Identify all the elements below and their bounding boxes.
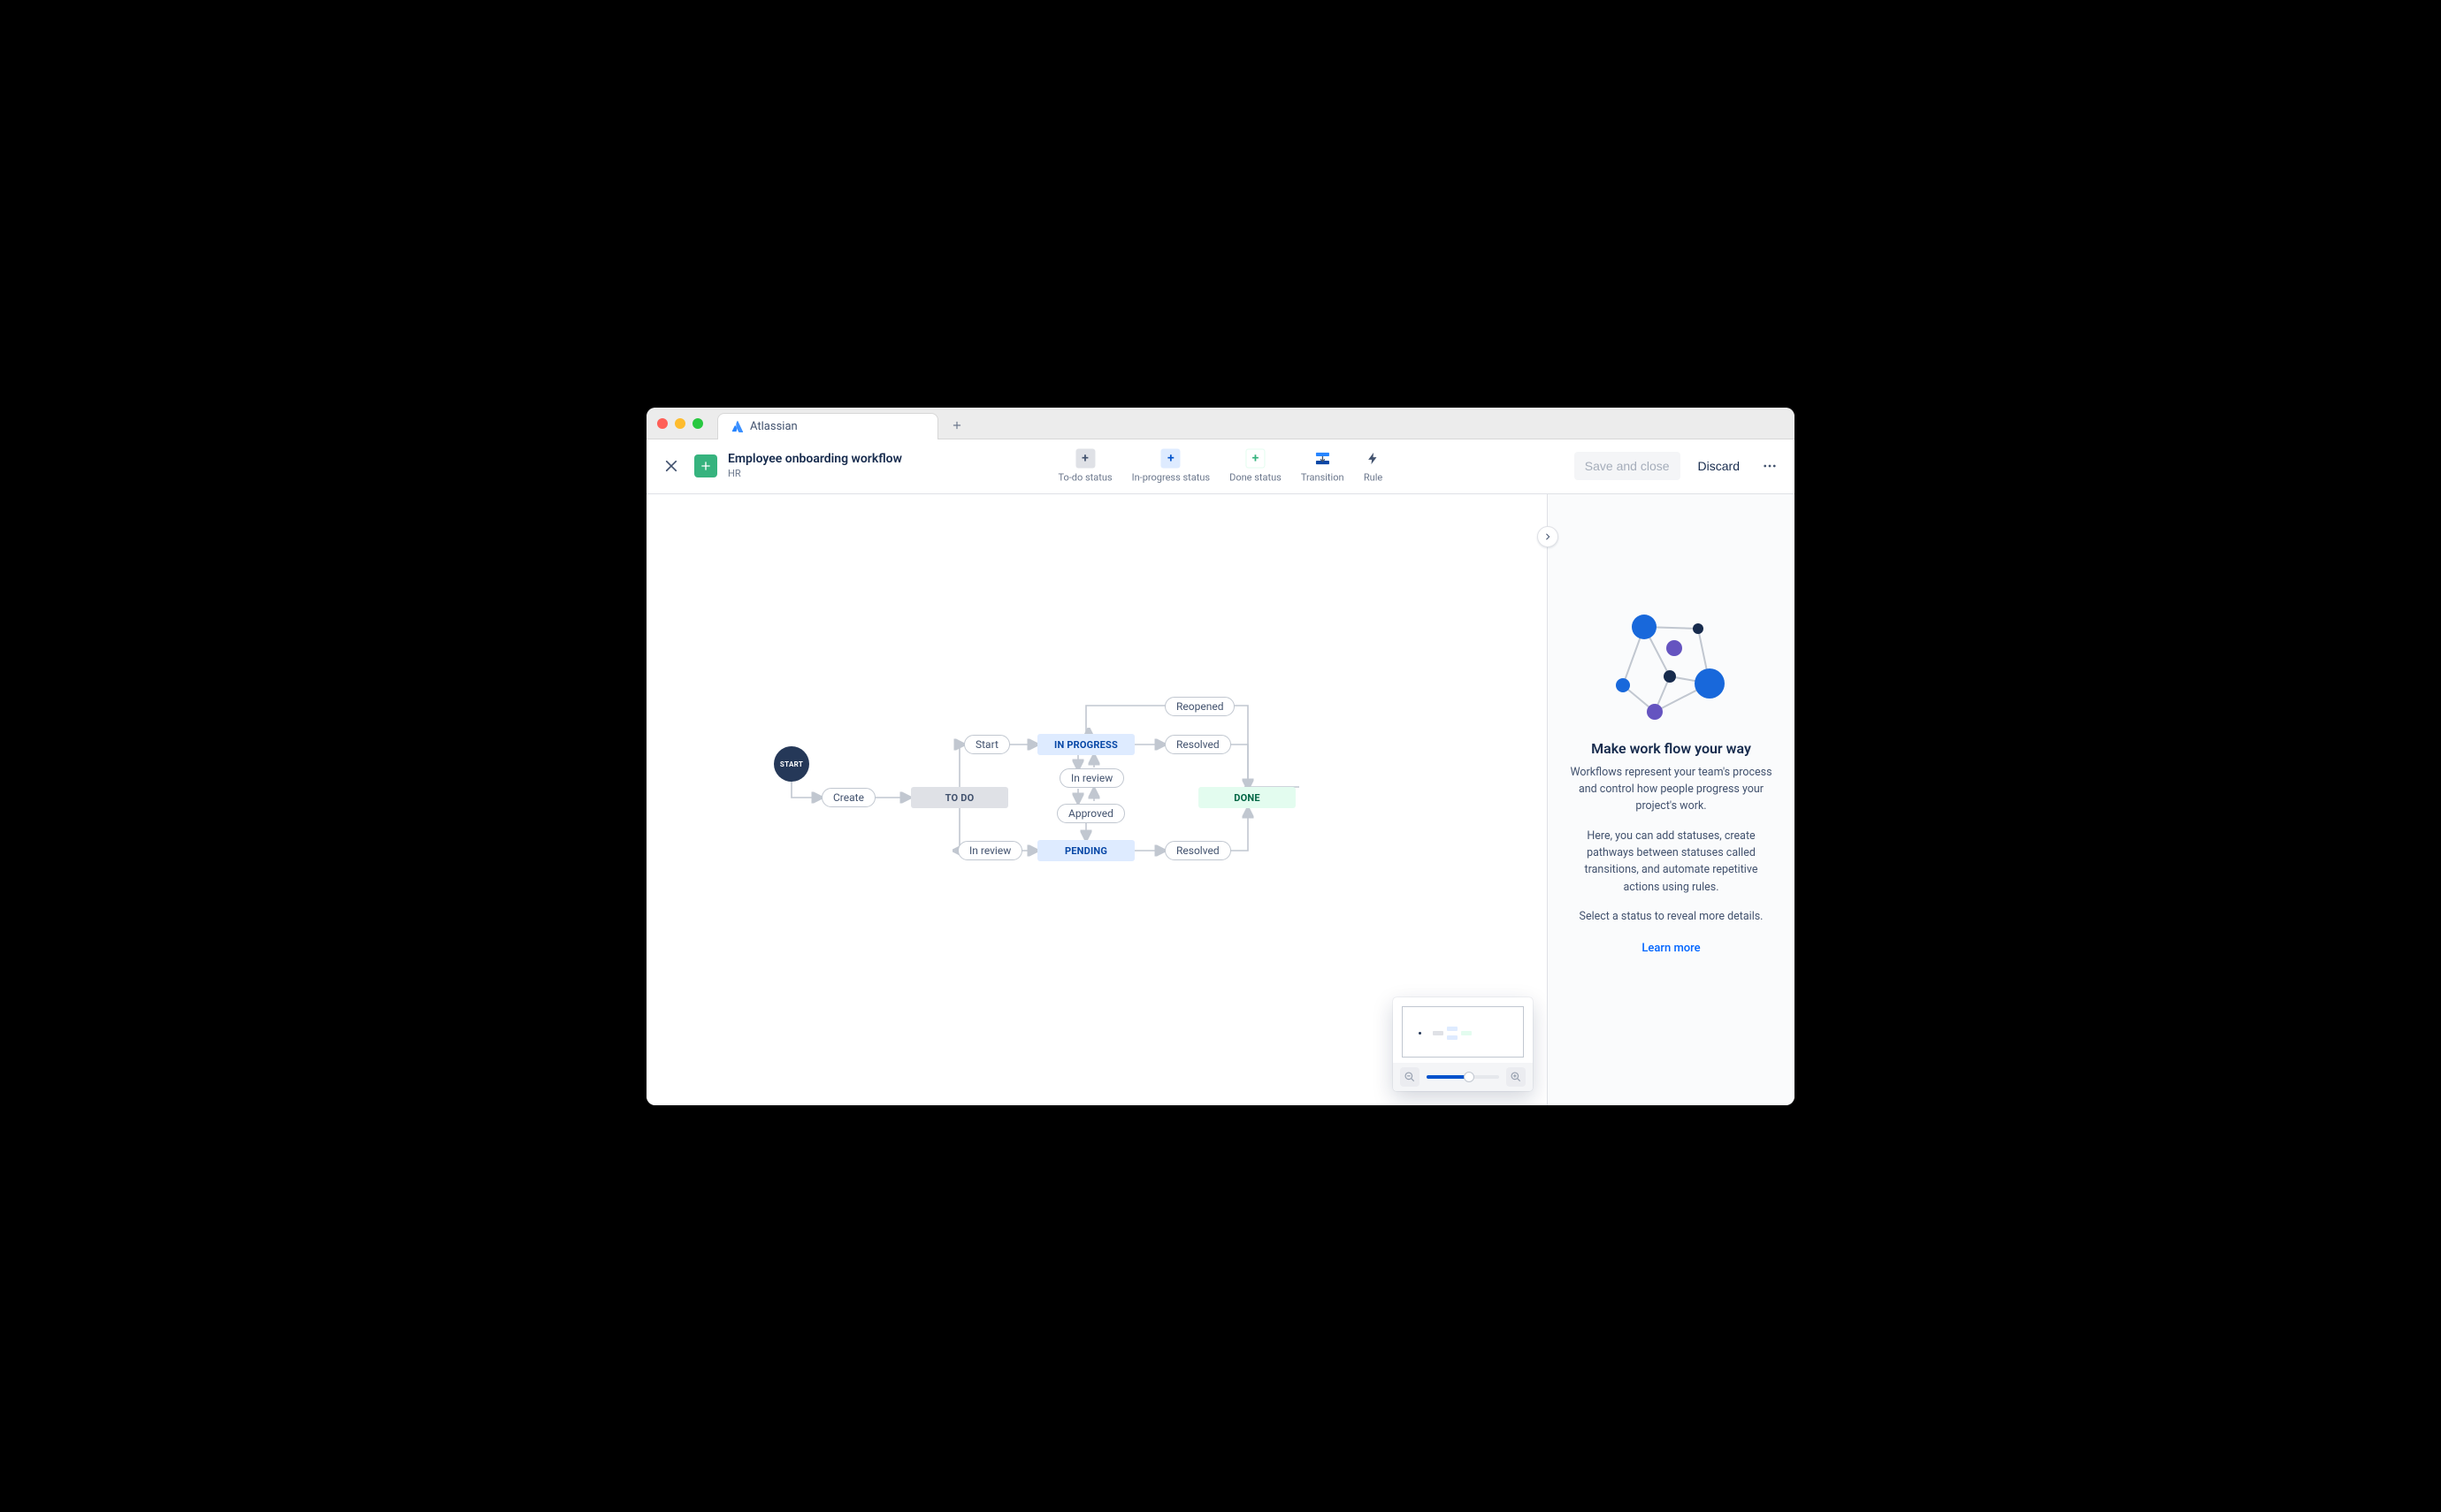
- transition-reopened[interactable]: Reopened: [1165, 697, 1235, 716]
- side-heading: Make work flow your way: [1565, 740, 1777, 757]
- atlassian-icon: [731, 420, 743, 432]
- transition-resolved-top[interactable]: Resolved: [1165, 735, 1231, 754]
- transition-create[interactable]: Create: [822, 788, 876, 807]
- lightning-icon: [1364, 449, 1383, 469]
- learn-more-link[interactable]: Learn more: [1641, 942, 1700, 955]
- plus-icon: +: [1075, 449, 1095, 469]
- browser-tab-active[interactable]: Atlassian: [717, 413, 938, 439]
- transition-resolved-bottom[interactable]: Resolved: [1165, 841, 1231, 860]
- window-close-dot[interactable]: [657, 418, 668, 429]
- status-to-do[interactable]: TO DO: [911, 787, 1008, 808]
- new-tab-button[interactable]: [944, 412, 970, 439]
- status-pending[interactable]: PENDING: [1037, 840, 1135, 861]
- window-zoom-dot[interactable]: [693, 418, 703, 429]
- add-rule-button[interactable]: Rule: [1364, 449, 1383, 484]
- add-transition-button[interactable]: Transition: [1301, 449, 1344, 484]
- editor-toolbar: + To-do status + In-progress status + Do…: [1058, 449, 1382, 484]
- minimap-viewport[interactable]: [1402, 1006, 1524, 1058]
- zoom-out-button[interactable]: [1400, 1067, 1419, 1087]
- transition-in-review-bottom[interactable]: In review: [958, 841, 1022, 860]
- discard-button[interactable]: Discard: [1687, 452, 1750, 480]
- editor-header: Employee onboarding workflow HR + To-do …: [647, 439, 1794, 494]
- window-controls: [657, 418, 703, 429]
- add-done-status-button[interactable]: + Done status: [1229, 449, 1282, 484]
- status-in-progress[interactable]: IN PROGRESS: [1037, 734, 1135, 755]
- transition-icon: [1312, 449, 1332, 469]
- workflow-title: Employee onboarding workflow: [728, 453, 902, 466]
- plus-icon: +: [1161, 449, 1181, 469]
- workflow-canvas[interactable]: START Create Start Reopened Resolved In …: [647, 494, 1547, 1105]
- window-minimize-dot[interactable]: [675, 418, 685, 429]
- minimap-panel: [1393, 997, 1533, 1091]
- collapse-panel-button[interactable]: [1537, 526, 1558, 547]
- save-and-close-button[interactable]: Save and close: [1574, 452, 1680, 480]
- browser-tab-label: Atlassian: [750, 420, 798, 433]
- zoom-in-button[interactable]: [1506, 1067, 1526, 1087]
- side-illustration: [1605, 613, 1738, 728]
- add-inprogress-status-button[interactable]: + In-progress status: [1132, 449, 1211, 484]
- transition-approved[interactable]: Approved: [1057, 804, 1125, 823]
- close-editor-button[interactable]: [659, 454, 684, 478]
- workflow-start-node[interactable]: START: [774, 746, 809, 782]
- side-paragraph: Here, you can add statuses, create pathw…: [1565, 828, 1777, 897]
- zoom-controls: [1393, 1063, 1533, 1091]
- side-paragraph: Select a status to reveal more details.: [1565, 908, 1777, 925]
- chevron-right-icon: [1543, 532, 1552, 541]
- transition-start[interactable]: Start: [964, 735, 1010, 754]
- zoom-slider[interactable]: [1427, 1075, 1499, 1079]
- transition-in-review-top[interactable]: In review: [1060, 768, 1124, 788]
- app-window: Atlassian Employee onboarding workflow H…: [647, 408, 1794, 1105]
- browser-tab-bar: Atlassian: [647, 408, 1794, 439]
- status-done[interactable]: DONE: [1198, 787, 1296, 808]
- side-paragraph: Workflows represent your team's process …: [1565, 764, 1777, 815]
- project-name: HR: [728, 469, 902, 479]
- plus-icon: +: [1245, 449, 1265, 469]
- project-icon: [694, 454, 717, 477]
- details-side-panel: Make work flow your way Workflows repres…: [1547, 494, 1794, 1105]
- more-actions-button[interactable]: [1757, 454, 1782, 478]
- add-todo-status-button[interactable]: + To-do status: [1058, 449, 1112, 484]
